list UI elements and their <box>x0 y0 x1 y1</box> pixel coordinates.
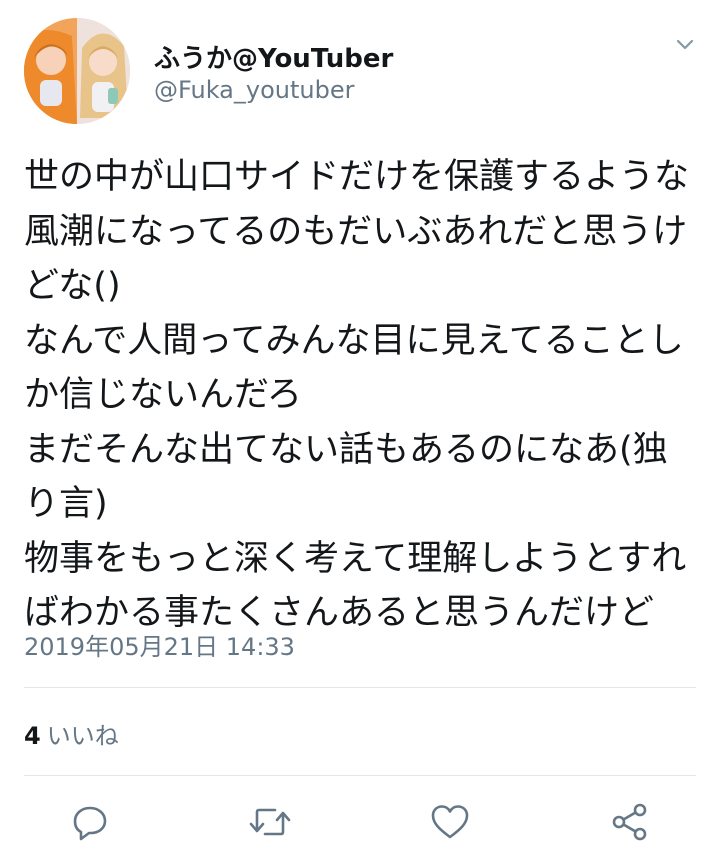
author-handle[interactable]: @Fuka_youtuber <box>154 76 354 104</box>
like-button[interactable] <box>426 798 474 846</box>
avatar[interactable] <box>24 18 130 124</box>
author-display-name[interactable]: ふうか@YouTuber <box>154 38 393 75</box>
reply-button[interactable] <box>66 798 114 846</box>
chevron-down-icon[interactable] <box>670 30 700 60</box>
likes-stat[interactable]: 4 いいね <box>24 716 119 751</box>
profile-photo-icon <box>24 18 130 124</box>
share-button[interactable] <box>606 798 654 846</box>
tweet-timestamp[interactable]: 2019年05月21日 14:33 <box>24 627 295 662</box>
heart-icon <box>431 805 469 839</box>
divider <box>24 775 696 776</box>
tweet-actions <box>0 796 720 852</box>
tweet-header: ふうか@YouTuber @Fuka_youtuber <box>0 0 720 140</box>
share-icon <box>612 803 647 841</box>
retweet-button[interactable] <box>246 798 294 846</box>
reply-icon <box>73 806 107 841</box>
divider <box>24 687 696 688</box>
retweet-icon <box>249 808 291 836</box>
likes-count: 4 <box>24 722 41 750</box>
likes-label: いいね <box>46 722 119 750</box>
tweet-text: 世の中が山口サイドだけを保護するような風潮になってるのもだいぶあれだと思うけどな… <box>24 157 690 633</box>
